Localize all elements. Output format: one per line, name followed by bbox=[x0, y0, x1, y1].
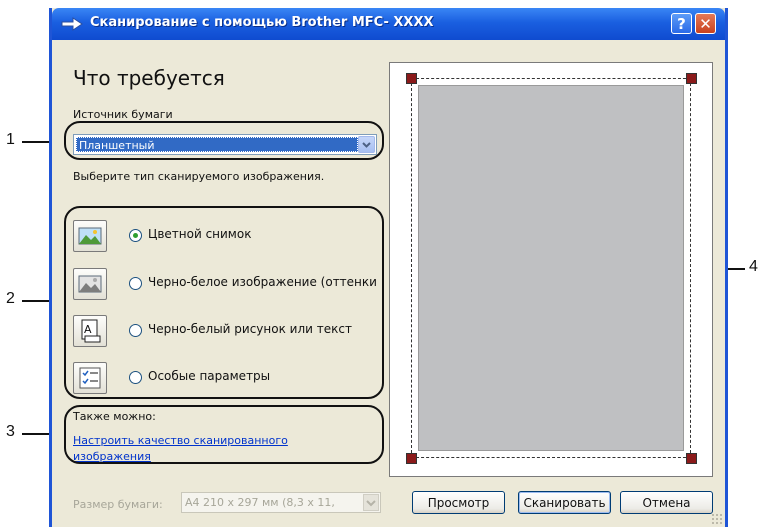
radio-color-photo[interactable] bbox=[129, 229, 142, 242]
paper-size-value: A4 210 x 297 мм (8,3 x 11, bbox=[185, 496, 335, 509]
scan-preview-area[interactable] bbox=[389, 62, 713, 477]
scan-region-fill bbox=[418, 85, 684, 451]
callout-3: 3 bbox=[6, 423, 15, 440]
chevron-down-icon[interactable] bbox=[358, 136, 375, 153]
callout-1: 1 bbox=[6, 131, 15, 148]
page-title: Что требуется bbox=[73, 66, 225, 90]
scan-dialog: Сканирование с помощью Brother MFC- XXXX… bbox=[49, 8, 728, 527]
window-title: Сканирование с помощью Brother MFC- XXXX bbox=[90, 15, 434, 30]
cancel-button[interactable]: Отмена bbox=[620, 491, 713, 514]
help-button[interactable]: ? bbox=[671, 13, 692, 34]
title-bar[interactable]: Сканирование с помощью Brother MFC- XXXX… bbox=[52, 8, 725, 40]
resize-grip[interactable] bbox=[711, 513, 723, 525]
scanner-arrow-icon bbox=[61, 17, 83, 31]
paper-source-value: Планшетный bbox=[76, 137, 358, 152]
paper-size-label: Размер бумаги: bbox=[73, 498, 163, 511]
adjust-quality-link[interactable]: Настроить качество сканированного изобра… bbox=[73, 433, 333, 465]
resize-handle-top-left[interactable] bbox=[406, 73, 417, 84]
resize-handle-bottom-left[interactable] bbox=[406, 453, 417, 464]
bw-text-icon[interactable]: A bbox=[73, 315, 107, 347]
resize-handle-bottom-right[interactable] bbox=[686, 453, 697, 464]
grayscale-photo-icon[interactable] bbox=[73, 268, 107, 300]
radio-custom-settings[interactable] bbox=[129, 371, 142, 384]
paper-source-dropdown[interactable]: Планшетный bbox=[73, 134, 377, 155]
image-type-label: Выберите тип сканируемого изображения. bbox=[73, 170, 325, 183]
option-label: Черно-белый рисунок или текст bbox=[148, 322, 352, 336]
radio-grayscale[interactable] bbox=[129, 277, 142, 290]
callout-2: 2 bbox=[6, 290, 15, 307]
custom-settings-icon[interactable] bbox=[73, 362, 107, 394]
also-can-label: Также можно: bbox=[73, 410, 156, 423]
paper-source-label: Источник бумаги bbox=[73, 108, 173, 121]
scan-button[interactable]: Сканировать bbox=[518, 491, 611, 514]
option-label: Черно-белое изображение (оттенки bbox=[148, 275, 377, 289]
scan-region[interactable] bbox=[411, 78, 691, 458]
callout-4: 4 bbox=[749, 258, 758, 275]
color-photo-icon[interactable] bbox=[73, 220, 107, 252]
chevron-down-icon[interactable] bbox=[363, 494, 379, 511]
paper-size-dropdown[interactable]: A4 210 x 297 мм (8,3 x 11, bbox=[181, 492, 381, 513]
radio-bw-text[interactable] bbox=[129, 324, 142, 337]
resize-handle-top-right[interactable] bbox=[686, 73, 697, 84]
svg-text:A: A bbox=[84, 323, 92, 336]
preview-button[interactable]: Просмотр bbox=[412, 491, 505, 514]
option-label: Цветной снимок bbox=[148, 227, 252, 241]
option-label: Особые параметры bbox=[148, 369, 271, 383]
close-button[interactable]: ✕ bbox=[695, 13, 716, 34]
radio-selected-dot bbox=[133, 233, 138, 238]
